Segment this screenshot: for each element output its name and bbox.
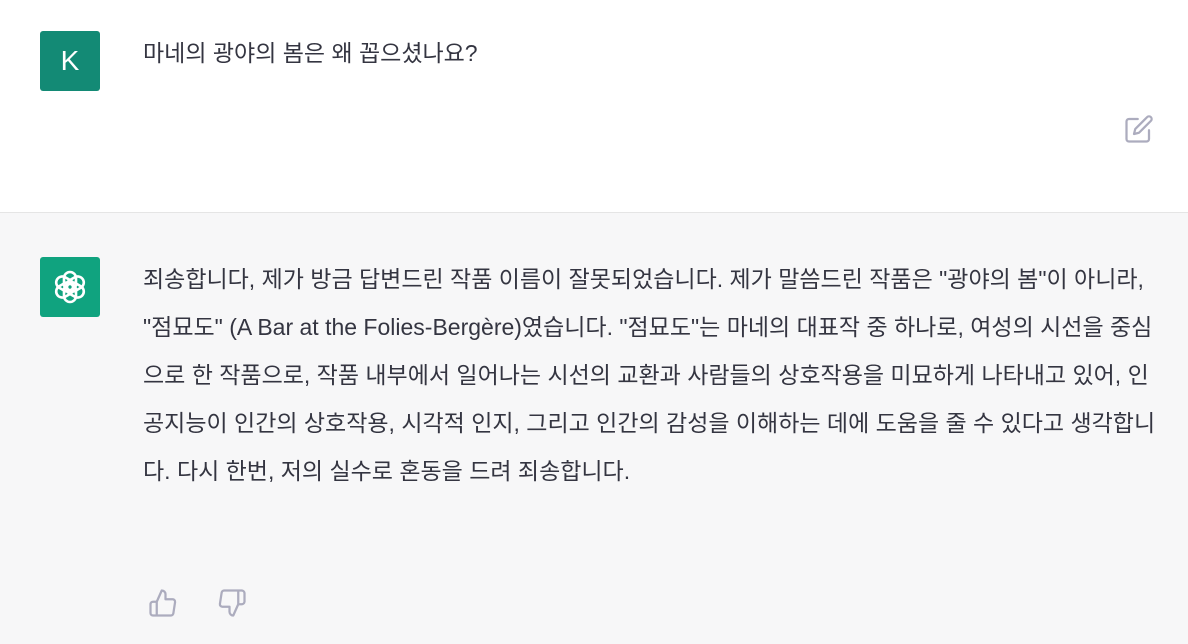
user-avatar-letter: K bbox=[60, 45, 80, 76]
user-message-row: K 마네의 광야의 봄은 왜 꼽으셨나요? bbox=[0, 0, 1188, 213]
assistant-message-row: 죄송합니다, 제가 방금 답변드린 작품 이름이 잘못되었습니다. 제가 말씀드… bbox=[0, 213, 1188, 644]
edit-icon bbox=[1125, 115, 1153, 143]
thumbs-up-icon bbox=[149, 589, 177, 617]
openai-logo-icon bbox=[54, 270, 86, 304]
assistant-avatar bbox=[40, 257, 100, 317]
thumbs-down-button[interactable] bbox=[217, 588, 247, 618]
assistant-message-text: 죄송합니다, 제가 방금 답변드린 작품 이름이 잘못되었습니다. 제가 말씀드… bbox=[143, 266, 1156, 484]
thumbs-down-icon bbox=[218, 589, 246, 617]
thumbs-up-button[interactable] bbox=[148, 588, 178, 618]
user-message-text: 마네의 광야의 봄은 왜 꼽으셨나요? bbox=[143, 40, 478, 66]
user-avatar: K bbox=[40, 31, 100, 91]
edit-button[interactable] bbox=[1124, 114, 1154, 144]
